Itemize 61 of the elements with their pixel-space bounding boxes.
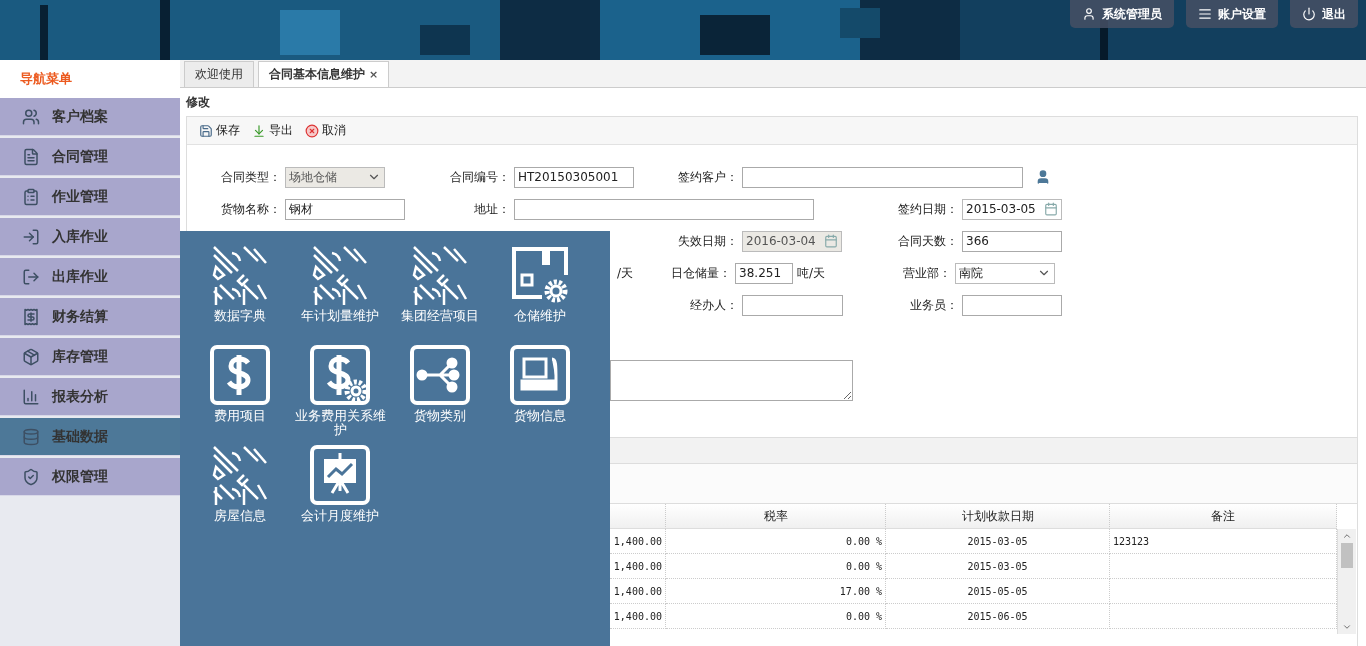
table-cell: 2015-06-05 bbox=[886, 604, 1110, 629]
column-header: 计划收款日期 bbox=[886, 504, 1110, 529]
table-cell: 0.00 % bbox=[666, 604, 886, 629]
input-field[interactable]: 366 bbox=[962, 230, 1062, 252]
menu-tile[interactable]: 费用项目 bbox=[190, 345, 290, 445]
sidebar-item[interactable]: 财务结算 bbox=[0, 298, 180, 336]
sidebar-item[interactable]: 作业管理 bbox=[0, 178, 180, 216]
menu-tile[interactable]: 集团经营项目 bbox=[390, 245, 490, 345]
sidebar-item[interactable]: 客户档案 bbox=[0, 98, 180, 136]
input-field[interactable]: 38.251 bbox=[735, 262, 794, 284]
menu-tile[interactable]: 业务费用关系维护 bbox=[290, 345, 390, 445]
toolbar-button[interactable]: 保存 bbox=[197, 122, 242, 139]
sidebar-item[interactable]: 报表分析 bbox=[0, 378, 180, 416]
menu-tile[interactable]: 货物类别 bbox=[390, 345, 490, 445]
table-cell: 17.00 % bbox=[666, 579, 886, 604]
sidebar-item[interactable]: 入库作业 bbox=[0, 218, 180, 256]
menu-tile[interactable]: 货物信息 bbox=[490, 345, 590, 445]
field-label: 失效日期： bbox=[677, 232, 739, 250]
field-label: 日仓储量： bbox=[670, 264, 733, 282]
table-cell: 2015-03-05 bbox=[886, 554, 1110, 579]
field-label: 货物名称： bbox=[220, 200, 282, 218]
sidebar-item[interactable]: 合同管理 bbox=[0, 138, 180, 176]
field-label: 经办人： bbox=[689, 296, 739, 314]
menu-tile[interactable]: 年计划量维护 bbox=[290, 245, 390, 345]
input-field[interactable]: 钢材 bbox=[285, 198, 405, 220]
menu-tile[interactable]: 数据字典 bbox=[190, 245, 290, 345]
table-cell: 0.00 % bbox=[666, 529, 886, 554]
header-button[interactable]: 账户设置 bbox=[1186, 0, 1278, 28]
menu-title: 导航菜单 bbox=[0, 60, 180, 98]
date-field[interactable]: 2015-03-05 bbox=[962, 198, 1062, 220]
column-header: 备注 bbox=[1110, 504, 1337, 529]
table-cell: 0.00 % bbox=[666, 554, 886, 579]
tab[interactable]: 欢迎使用 bbox=[184, 61, 254, 87]
sidebar-item[interactable]: 权限管理 bbox=[0, 458, 180, 496]
input-field[interactable]: HT20150305001 bbox=[514, 166, 634, 188]
field-label: 业务员： bbox=[909, 296, 959, 314]
menu-tile[interactable]: 房屋信息 bbox=[190, 445, 290, 545]
field-label: 合同编号： bbox=[449, 168, 511, 186]
header-button[interactable]: 退出 bbox=[1290, 0, 1358, 28]
panel-title: 修改 bbox=[186, 93, 211, 111]
field-label: 签约客户： bbox=[677, 168, 739, 186]
header-button[interactable]: 系统管理员 bbox=[1070, 0, 1174, 28]
toolbar-button[interactable]: 取消 bbox=[303, 122, 348, 139]
field-label: 合同类型： bbox=[220, 168, 282, 186]
column-header: 税率 bbox=[666, 504, 886, 529]
menu-tile[interactable]: 会计月度维护 bbox=[290, 445, 390, 545]
toolbar-button[interactable]: 导出 bbox=[250, 122, 295, 139]
unit-label: /天 bbox=[616, 264, 635, 282]
table-cell: 2015-05-05 bbox=[886, 579, 1110, 604]
close-icon[interactable]: × bbox=[369, 68, 379, 81]
select-field[interactable]: 南院 bbox=[955, 262, 1056, 284]
tab[interactable]: 合同基本信息维护 × bbox=[258, 61, 390, 87]
table-cell: 2015-03-05 bbox=[886, 529, 1110, 554]
field-label: 地址： bbox=[473, 200, 511, 218]
field-label: 合同天数： bbox=[897, 232, 959, 250]
field-label: 营业部： bbox=[902, 264, 953, 282]
sidebar-item[interactable]: 库存管理 bbox=[0, 338, 180, 376]
field-label: 签约日期： bbox=[897, 200, 959, 218]
unit-label: 吨/天 bbox=[796, 264, 827, 282]
sidebar-item[interactable]: 出库作业 bbox=[0, 258, 180, 296]
menu-tile[interactable]: 仓储维护 bbox=[490, 245, 590, 345]
